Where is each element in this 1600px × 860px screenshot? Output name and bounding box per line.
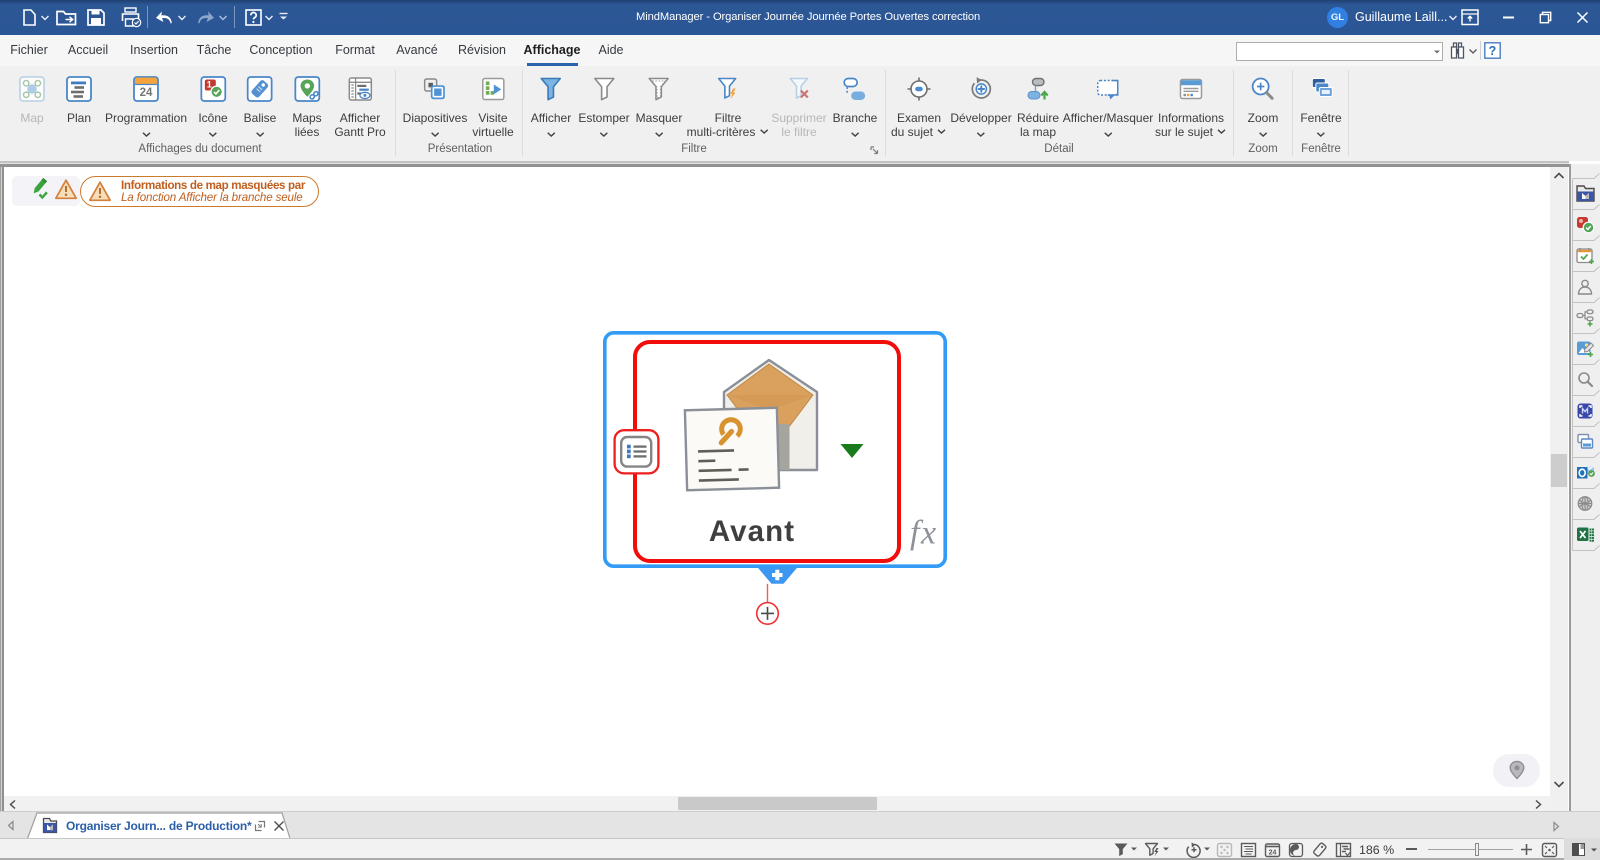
svg-text:24: 24 <box>1269 850 1277 857</box>
svg-text:1: 1 <box>206 80 211 90</box>
svg-text:fx: fx <box>910 515 938 552</box>
svg-text:Avant: Avant <box>709 515 795 548</box>
svg-text:24: 24 <box>140 87 153 99</box>
svg-text:?: ? <box>1489 44 1497 58</box>
